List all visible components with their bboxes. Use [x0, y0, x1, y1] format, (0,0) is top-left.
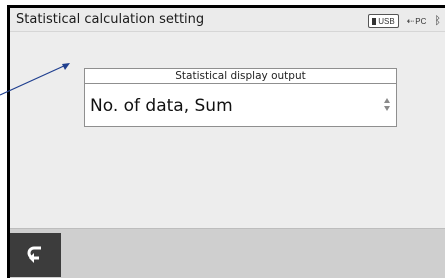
statistical-display-output-selector[interactable]: Statistical display output No. of data, … — [84, 68, 397, 127]
pc-label: PC — [415, 16, 427, 26]
pc-connection-icon: ⇠ PC — [407, 17, 427, 26]
spinner-up-icon — [384, 98, 390, 103]
bluetooth-icon: ᛒ — [434, 15, 441, 27]
usb-label: USB — [378, 16, 395, 26]
window-title: Statistical calculation setting — [16, 12, 205, 27]
selector-value: No. of data, Sum — [90, 96, 233, 116]
spinner-down-icon — [384, 106, 390, 111]
pc-arrow-icon: ⇠ — [406, 16, 415, 26]
back-return-icon — [27, 246, 41, 263]
selector-label: Statistical display output — [85, 69, 396, 84]
usb-plug-icon — [372, 17, 377, 25]
spinner-icon[interactable] — [384, 98, 390, 112]
usb-icon: USB — [368, 14, 399, 28]
bottom-bar — [10, 228, 445, 278]
title-bar: Statistical calculation setting USB ⇠ PC… — [10, 8, 445, 32]
status-indicators: USB ⇠ PC ᛒ — [368, 14, 441, 28]
back-button[interactable] — [10, 233, 61, 277]
callout-arrow — [0, 63, 70, 96]
